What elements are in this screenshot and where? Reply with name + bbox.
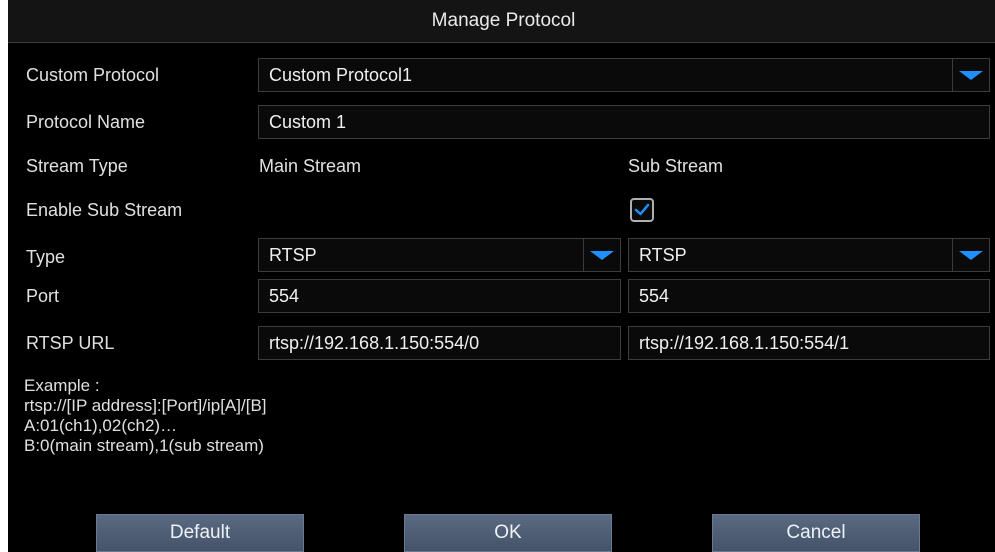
example-line: A:01(ch1),02(ch2)… xyxy=(24,416,178,435)
cancel-button[interactable]: Cancel xyxy=(712,514,920,552)
protocol-name-label: Protocol Name xyxy=(26,112,146,132)
sub-port-input[interactable]: 554 xyxy=(628,279,990,313)
type-label: Type xyxy=(26,247,66,267)
main-type-select[interactable]: RTSP xyxy=(258,238,621,272)
enable-sub-stream-label: Enable Sub Stream xyxy=(26,200,183,220)
checkmark-icon xyxy=(634,203,650,216)
manage-protocol-dialog: Manage Protocol Custom Protocol Custom P… xyxy=(8,0,995,552)
main-type-value: RTSP xyxy=(269,245,317,265)
sub-type-select[interactable]: RTSP xyxy=(628,238,990,272)
custom-protocol-value: Custom Protocol1 xyxy=(269,65,413,85)
ok-button[interactable]: OK xyxy=(404,514,612,552)
rtsp-url-label: RTSP URL xyxy=(26,333,115,353)
chevron-down-icon[interactable] xyxy=(583,239,620,271)
dialog-title: Manage Protocol xyxy=(8,0,995,43)
main-port-input[interactable]: 554 xyxy=(258,279,621,313)
main-rtsp-url-input[interactable]: rtsp://192.168.1.150:554/0 xyxy=(258,326,621,360)
protocol-name-input[interactable]: Custom 1 xyxy=(258,105,990,139)
enable-sub-stream-checkbox[interactable] xyxy=(630,198,654,222)
example-line: Example : xyxy=(24,376,100,395)
example-line: B:0(main stream),1(sub stream) xyxy=(24,436,264,455)
chevron-down-icon[interactable] xyxy=(952,59,989,91)
custom-protocol-label: Custom Protocol xyxy=(26,65,160,85)
sub-rtsp-url-input[interactable]: rtsp://192.168.1.150:554/1 xyxy=(628,326,990,360)
sub-stream-header: Sub Stream xyxy=(628,156,724,176)
example-text: Example : rtsp://[IP address]:[Port]/ip[… xyxy=(24,376,267,456)
default-button[interactable]: Default xyxy=(96,514,304,552)
chevron-down-icon[interactable] xyxy=(952,239,989,271)
example-line: rtsp://[IP address]:[Port]/ip[A]/[B] xyxy=(24,396,267,415)
custom-protocol-select[interactable]: Custom Protocol1 xyxy=(258,58,990,92)
stream-type-label: Stream Type xyxy=(26,156,128,176)
port-label: Port xyxy=(26,286,60,306)
main-stream-header: Main Stream xyxy=(259,156,362,176)
sub-type-value: RTSP xyxy=(639,245,687,265)
